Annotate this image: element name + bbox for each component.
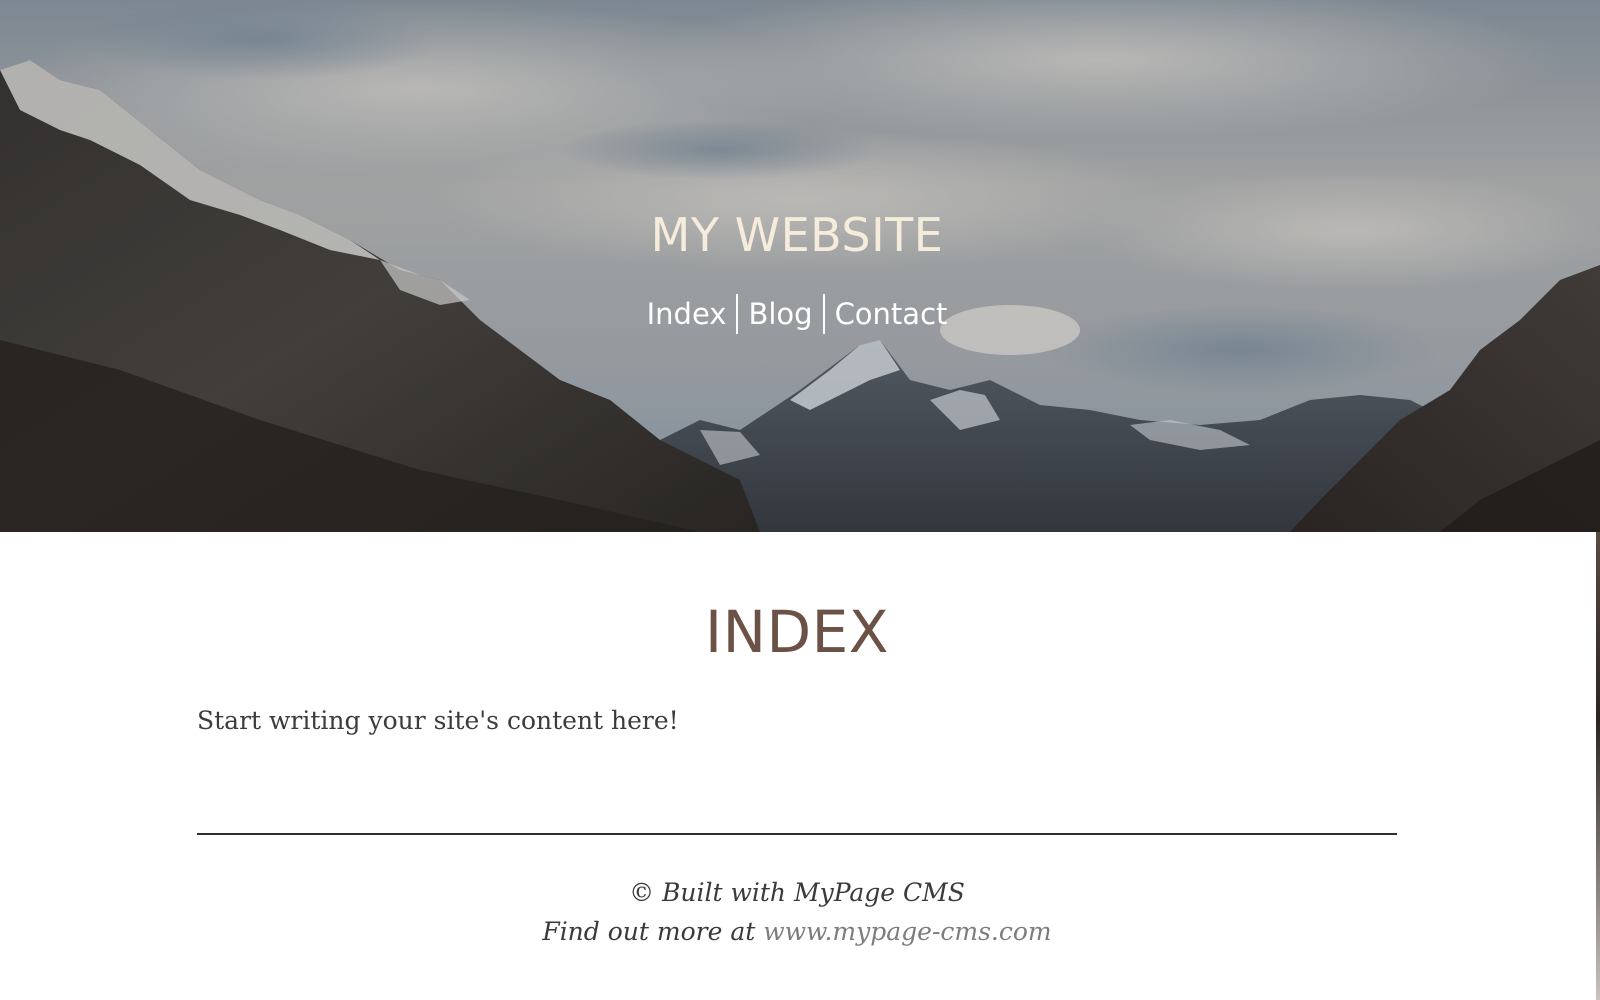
- footer-more-info: Find out more at www.mypage-cms.com: [0, 912, 1594, 951]
- site-title[interactable]: MY WEBSITE: [0, 208, 1594, 262]
- page-heading: INDEX: [704, 598, 890, 666]
- footer-cms-link[interactable]: www.mypage-cms.com: [763, 917, 1051, 946]
- footer-more-info-text: Find out more at: [542, 917, 764, 946]
- footer-divider: [197, 833, 1397, 835]
- nav-link-contact[interactable]: Contact: [825, 297, 958, 331]
- footer: © Built with MyPage CMS Find out more at…: [0, 873, 1594, 951]
- nav-link-blog[interactable]: Blog: [738, 297, 822, 331]
- content-paragraph: Start writing your site's content here!: [197, 706, 679, 735]
- footer-copyright: © Built with MyPage CMS: [629, 878, 965, 907]
- hero-banner: MY WEBSITE Index Blog Contact: [0, 0, 1600, 532]
- main-navigation: Index Blog Contact: [0, 294, 1594, 334]
- mountain-background-image: [0, 0, 1600, 532]
- nav-link-index[interactable]: Index: [637, 297, 737, 331]
- page-edge: [1596, 532, 1600, 1000]
- page: MY WEBSITE Index Blog Contact INDEX Star…: [0, 0, 1600, 1000]
